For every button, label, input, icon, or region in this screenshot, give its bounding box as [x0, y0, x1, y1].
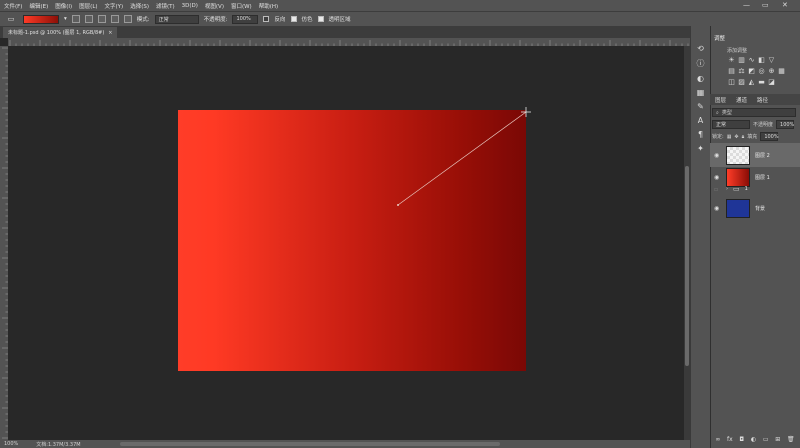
layer-filter-bar[interactable]: ⌕ 类型: [712, 108, 796, 117]
curves-icon[interactable]: ∿: [747, 56, 756, 64]
layer-name: 背景: [755, 205, 766, 212]
kind-label: 类型: [721, 110, 732, 116]
horizontal-scroll-thumb[interactable]: [120, 442, 500, 446]
balance-icon[interactable]: ⚖: [737, 67, 746, 75]
mask-icon[interactable]: ◘: [739, 436, 744, 443]
layer-name: 图层 1: [755, 174, 770, 181]
empty-slot: [777, 56, 786, 64]
invert-icon[interactable]: ◫: [727, 78, 736, 86]
threshold-icon[interactable]: ◭: [747, 78, 756, 86]
panel-icon-strip: ⟲ ⓘ ◐ ▦ ✎ A ¶ ✦: [690, 26, 710, 448]
hue-icon[interactable]: ▤: [727, 67, 736, 75]
info-icon[interactable]: ⓘ: [694, 58, 708, 69]
lock-pixels-icon[interactable]: ▦: [727, 134, 732, 140]
paragraph-icon[interactable]: ¶: [694, 130, 708, 139]
eye-icon[interactable]: ◉: [714, 152, 721, 159]
lookup-icon[interactable]: ▦: [777, 67, 786, 75]
new-layer-icon[interactable]: ⊞: [775, 436, 780, 443]
vertical-scroll-thumb[interactable]: [685, 166, 689, 366]
layer-name: 图层 2: [755, 152, 770, 159]
layer-thumbnail: [726, 198, 750, 218]
layer-panel-footer: ∞ fx ◘ ◐ ▭ ⊞ 🗑︎: [712, 434, 798, 444]
swatches-icon[interactable]: ▦: [694, 88, 708, 97]
lock-position-icon[interactable]: ✥: [734, 134, 738, 140]
photo-filter-icon[interactable]: ◎: [757, 67, 766, 75]
zoom-level[interactable]: 100%: [4, 441, 18, 447]
layer-row[interactable]: ◉ 背景: [710, 196, 800, 220]
layer-opacity-label: 不透明度: [753, 122, 774, 128]
add-adjust-label: 添加调整: [727, 48, 748, 54]
channel-mixer-icon[interactable]: ⊕: [767, 67, 776, 75]
levels-icon[interactable]: ▥: [737, 56, 746, 64]
adjust-tab[interactable]: 调整: [714, 34, 725, 42]
styles-icon[interactable]: ✦: [694, 144, 708, 153]
lock-label: 锁定:: [712, 134, 724, 140]
color-icon[interactable]: ◐: [694, 74, 708, 83]
blend-row: 正常 不透明度 100%: [712, 120, 796, 129]
history-icon[interactable]: ⟲: [694, 44, 708, 53]
eye-hidden-icon[interactable]: ▫: [714, 186, 721, 193]
gradient-map-icon[interactable]: ▬: [757, 78, 766, 86]
link-icon[interactable]: ∞: [715, 436, 720, 443]
fx-icon[interactable]: fx: [727, 436, 733, 443]
layer-thumbnail: [726, 145, 750, 165]
layer-opacity-input[interactable]: 100%: [776, 120, 794, 129]
document-canvas[interactable]: [178, 110, 526, 371]
brightness-icon[interactable]: ☀: [727, 56, 736, 64]
lock-all-icon[interactable]: 🔒︎: [742, 134, 745, 140]
layer-name: 1: [744, 186, 748, 192]
new-group-icon[interactable]: ▭: [763, 436, 769, 443]
exposure-icon[interactable]: ◧: [757, 56, 766, 64]
bw-icon[interactable]: ◩: [747, 67, 756, 75]
doc-size: 文档:1.37M/3.37M: [36, 441, 81, 448]
brush-icon[interactable]: ✎: [694, 102, 708, 111]
eye-icon[interactable]: ◉: [714, 205, 721, 212]
eye-icon[interactable]: ◉: [714, 174, 721, 181]
adjustment-icons: ☀ ▥ ∿ ◧ ▽ ▤ ⚖ ◩ ◎ ⊕ ▦ ◫ ▨ ◭ ▬ ◪: [727, 56, 787, 86]
tab-paths[interactable]: 路径: [757, 96, 768, 104]
layer-row[interactable]: ◉ 图层 2: [710, 143, 800, 167]
selective-color-icon[interactable]: ◪: [767, 78, 776, 86]
adjustment-layer-icon[interactable]: ◐: [751, 436, 756, 443]
blend-mode-select[interactable]: 正常: [712, 120, 750, 129]
fill-label: 填充: [747, 134, 758, 140]
search-icon: ⌕: [716, 109, 719, 116]
posterize-icon[interactable]: ▨: [737, 78, 746, 86]
character-icon[interactable]: A: [694, 116, 708, 125]
layer-group-row[interactable]: ▫ › ▭ 1: [710, 182, 800, 196]
vibrance-icon[interactable]: ▽: [767, 56, 776, 64]
lock-row: 锁定: ▦ ✥ 🔒︎ 填充 100%: [712, 132, 796, 141]
expand-arrow-icon[interactable]: ›: [726, 186, 728, 192]
right-panels: [710, 26, 800, 448]
folder-icon: ▭: [733, 185, 740, 193]
tab-channels[interactable]: 通道: [736, 96, 747, 104]
trash-icon[interactable]: 🗑︎: [787, 436, 795, 443]
tab-layers[interactable]: 图层: [715, 96, 726, 104]
layer-panel-tabs: 图层 通道 路径: [710, 94, 800, 105]
fill-input[interactable]: 100%: [760, 132, 779, 141]
